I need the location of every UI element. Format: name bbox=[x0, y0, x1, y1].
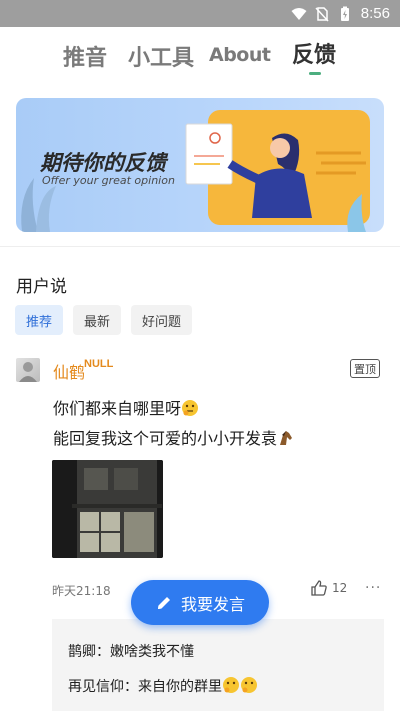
thinking-emoji-icon bbox=[182, 400, 199, 416]
thumbs-up-icon bbox=[311, 580, 327, 596]
status-bar: 8:56 bbox=[0, 0, 400, 27]
thinking-emoji-icon bbox=[223, 677, 239, 693]
avatar[interactable] bbox=[16, 358, 40, 382]
banner-title: 期待你的反馈 bbox=[40, 151, 166, 175]
post-feedback-button[interactable]: 我要发言 bbox=[131, 580, 269, 625]
post-text-line-2: 能回复我这个可爱的小小开发袁 bbox=[53, 425, 295, 449]
post-photo bbox=[52, 460, 163, 558]
tab-tools[interactable]: 小工具 bbox=[128, 40, 194, 72]
post-timestamp: 昨天21:18 bbox=[52, 584, 111, 598]
tab-about[interactable]: About bbox=[209, 44, 271, 66]
reply-item[interactable]: 再见信仰：来自你的群里 bbox=[68, 676, 258, 696]
filter-good-questions[interactable]: 好问题 bbox=[131, 305, 193, 335]
reply-item[interactable]: 鹊卿：嫩啥类我不懂 bbox=[68, 641, 194, 661]
filter-latest[interactable]: 最新 bbox=[73, 305, 122, 335]
post-text: 能回复我这个可爱的小小开发袁 bbox=[53, 429, 278, 448]
post-feedback-label: 我要发言 bbox=[180, 594, 245, 614]
active-tab-indicator bbox=[309, 72, 321, 75]
like-button[interactable]: 12 bbox=[310, 579, 347, 597]
reply-text: 再见信仰：来自你的群里 bbox=[68, 679, 222, 695]
more-options-button[interactable]: ··· bbox=[365, 580, 381, 596]
post-text: 你们都来自哪里呀 bbox=[53, 399, 182, 418]
filter-recommended[interactable]: 推荐 bbox=[15, 305, 64, 335]
like-count: 12 bbox=[332, 581, 348, 595]
replies-box: 鹊卿：嫩啥类我不懂 再见信仰：来自你的群里 bbox=[52, 619, 384, 711]
top-tabs: 推音 小工具 About 反馈 bbox=[0, 36, 400, 82]
tab-feedback[interactable]: 反馈 bbox=[292, 37, 336, 69]
wifi-icon bbox=[291, 7, 307, 20]
banner-subtitle: Offer your great opinion bbox=[42, 174, 175, 187]
author-name[interactable]: 仙鹤 bbox=[53, 359, 85, 383]
battery-charging-icon bbox=[340, 6, 349, 21]
post-text-line-1: 你们都来自哪里呀 bbox=[53, 395, 199, 419]
divider bbox=[0, 246, 400, 247]
filter-chips: 推荐 最新 好问题 bbox=[15, 305, 202, 335]
pencil-icon bbox=[157, 596, 170, 609]
feedback-banner: 期待你的反馈 Offer your great opinion bbox=[16, 98, 384, 232]
section-title: 用户说 bbox=[16, 277, 67, 297]
avatar-image bbox=[19, 362, 37, 382]
no-sim-icon bbox=[315, 6, 329, 22]
thinking-emoji-icon bbox=[241, 677, 257, 693]
clock: 8:56 bbox=[360, 5, 390, 22]
horse-emoji-icon bbox=[280, 431, 293, 445]
post-image[interactable] bbox=[52, 460, 163, 558]
author-badge: NULL bbox=[84, 358, 114, 370]
reply-text: 鹊卿：嫩啥类我不懂 bbox=[68, 644, 194, 660]
pinned-badge: 置顶 bbox=[350, 359, 380, 378]
tab-tuiyin[interactable]: 推音 bbox=[63, 40, 107, 72]
